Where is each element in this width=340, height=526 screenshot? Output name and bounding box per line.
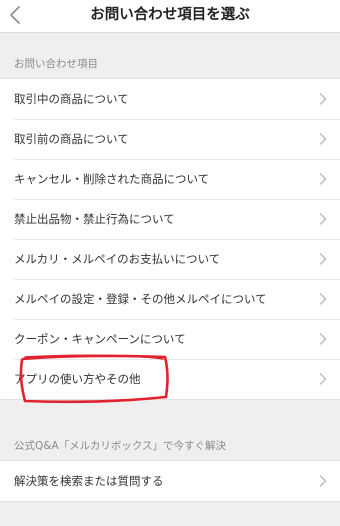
list-item-label: 取引中の商品について	[14, 92, 129, 106]
faq-list: 解決策を検索または質問する	[0, 460, 340, 502]
list-item-app-usage[interactable]: アプリの使い方やその他	[0, 359, 340, 399]
chevron-right-icon	[319, 173, 327, 185]
list-item-before-transaction[interactable]: 取引前の商品について	[0, 119, 340, 159]
chevron-right-icon	[319, 373, 327, 385]
page-title: お問い合わせ項目を選ぶ	[90, 7, 250, 23]
list-item-label: 禁止出品物・禁止行為について	[14, 212, 175, 226]
list-item-label: キャンセル・削除された商品について	[14, 172, 210, 186]
chevron-right-icon	[319, 133, 327, 145]
chevron-right-icon	[319, 475, 327, 487]
list-item-prohibited[interactable]: 禁止出品物・禁止行為について	[0, 199, 340, 239]
list-item-search-or-ask[interactable]: 解決策を検索または質問する	[0, 461, 340, 501]
list-item-cancelled-items[interactable]: キャンセル・削除された商品について	[0, 159, 340, 199]
list-item-label: メルペイの設定・登録・その他メルペイについて	[14, 292, 267, 306]
screen: お問い合わせ項目を選ぶ お問い合わせ項目 取引中の商品について 取引前の商品につ…	[0, 0, 340, 526]
chevron-right-icon	[319, 293, 327, 305]
chevron-right-icon	[319, 93, 327, 105]
chevron-right-icon	[319, 253, 327, 265]
list-item-label: アプリの使い方やその他	[14, 372, 141, 386]
chevron-right-icon	[319, 333, 327, 345]
section-header-faq: 公式Q&A「メルカリボックス」で今すぐ解決	[14, 440, 227, 452]
list-item-payments[interactable]: メルカリ・メルペイのお支払いについて	[0, 239, 340, 279]
list-item-label: メルカリ・メルペイのお支払いについて	[14, 252, 221, 266]
inquiry-list: 取引中の商品について 取引前の商品について キャンセル・削除された商品について …	[0, 78, 340, 400]
list-item-coupons[interactable]: クーポン・キャンペーンについて	[0, 319, 340, 359]
back-button[interactable]	[0, 0, 30, 30]
section-header-inquiry: お問い合わせ項目	[14, 58, 98, 70]
list-item-label: 解決策を検索または質問する	[14, 474, 164, 488]
list-item-label: 取引前の商品について	[14, 132, 129, 146]
chevron-right-icon	[319, 213, 327, 225]
chevron-left-icon	[10, 6, 20, 24]
list-item-label: クーポン・キャンペーンについて	[14, 332, 186, 346]
nav-bar: お問い合わせ項目を選ぶ	[0, 0, 340, 33]
list-item-merpay-settings[interactable]: メルペイの設定・登録・その他メルペイについて	[0, 279, 340, 319]
list-item-in-transaction[interactable]: 取引中の商品について	[0, 79, 340, 119]
